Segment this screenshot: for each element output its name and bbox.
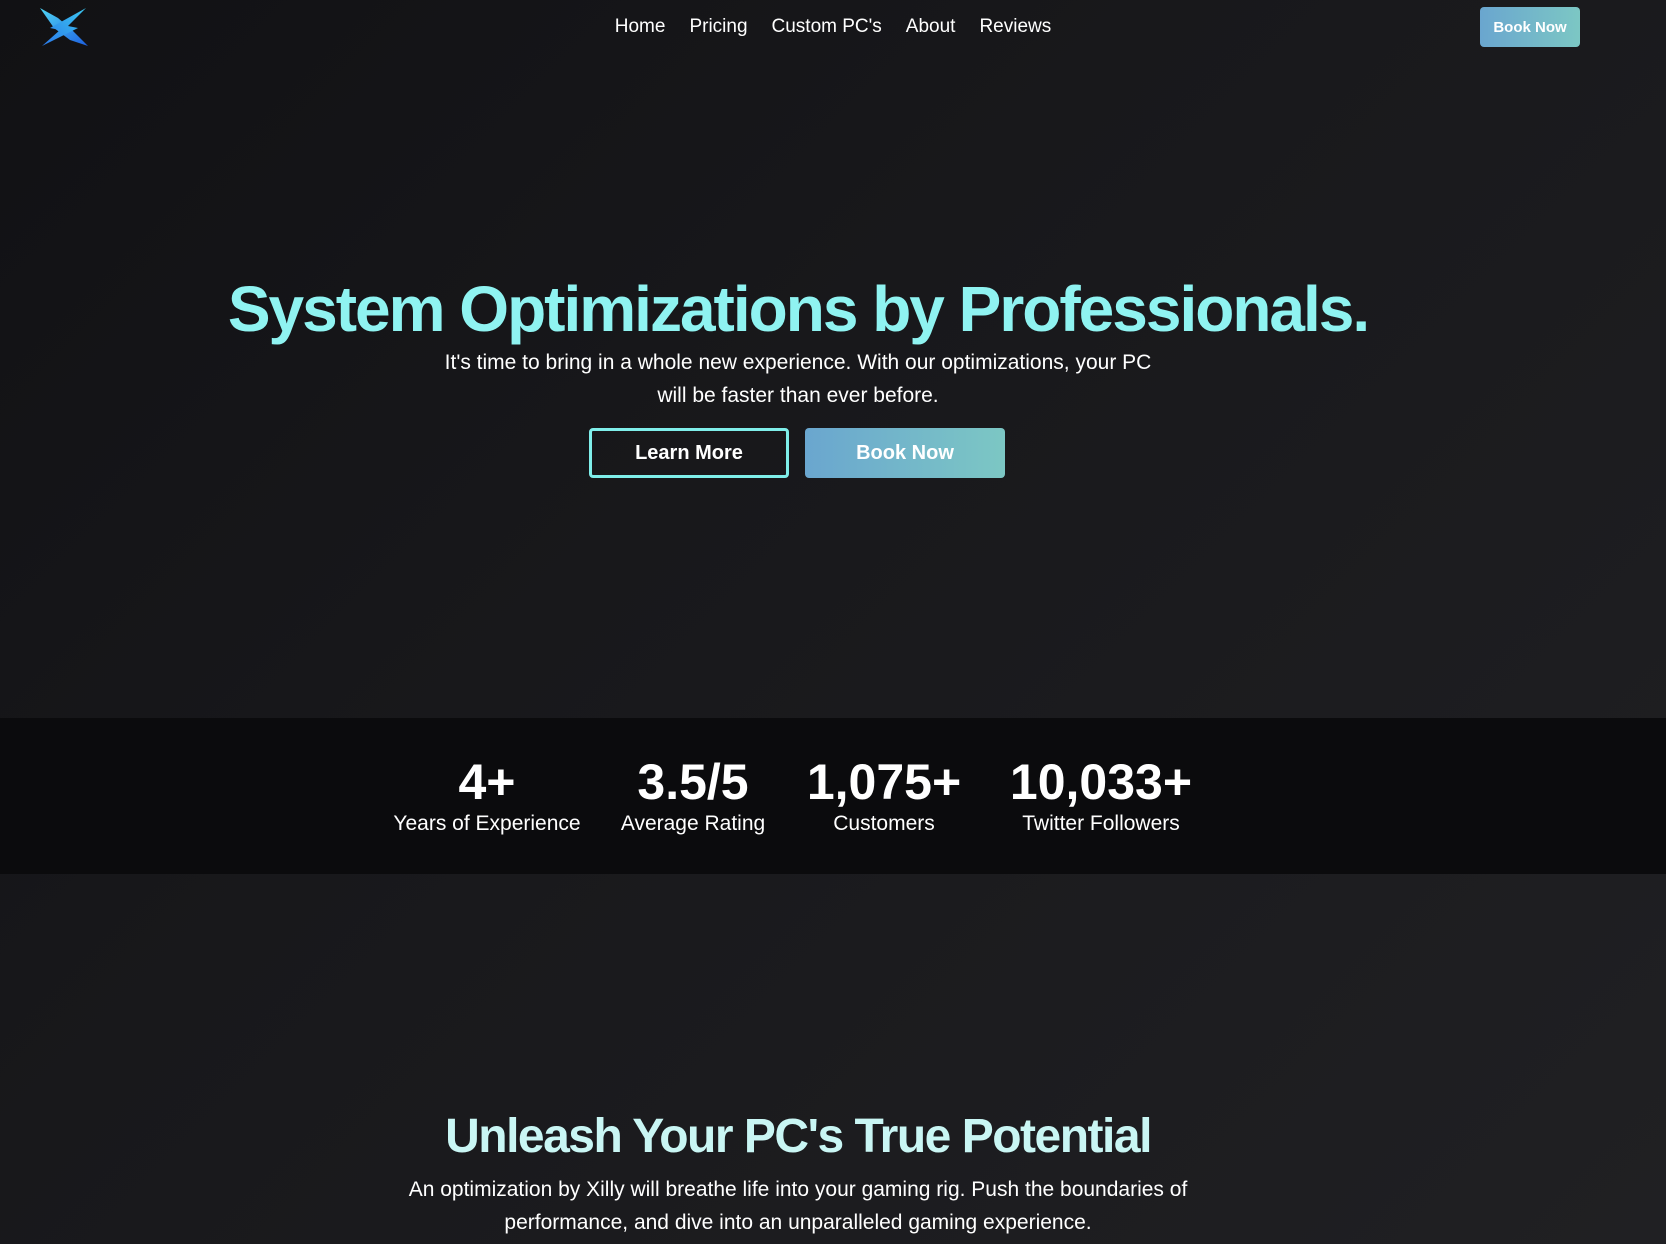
hero-book-now-button[interactable]: Book Now <box>805 428 1005 478</box>
stat-value: 4+ <box>458 754 516 810</box>
stat-label: Average Rating <box>620 812 766 835</box>
nav-link-custom-pcs[interactable]: Custom PC's <box>772 14 882 40</box>
nav-links: Home Pricing Custom PC's About Reviews <box>0 14 1666 40</box>
page: Home Pricing Custom PC's About Reviews B… <box>0 0 1666 1244</box>
stats-band: 4+ Years of Experience 3.5/5 Average Rat… <box>0 718 1666 874</box>
hero-subtitle: It's time to bring in a whole new experi… <box>444 351 1152 407</box>
nav-book-now-button[interactable]: Book Now <box>1480 7 1580 47</box>
top-navigation: Home Pricing Custom PC's About Reviews B… <box>0 0 1666 54</box>
section-subtitle: An optimization by Xilly will breathe li… <box>408 1178 1188 1234</box>
stat-label: Years of Experience <box>393 812 581 835</box>
stat-label: Customers <box>833 812 935 835</box>
stat-label: Twitter Followers <box>1022 812 1180 835</box>
learn-more-button[interactable]: Learn More <box>589 428 789 478</box>
nav-link-pricing[interactable]: Pricing <box>689 14 747 40</box>
section-title: Unleash Your PC's True Potential <box>445 1110 1152 1163</box>
stat-average-rating: 3.5/5 Average Rating <box>612 754 774 838</box>
nav-link-about[interactable]: About <box>906 14 956 40</box>
hero-title: System Optimizations by Professionals. <box>227 273 1370 345</box>
stat-years-experience: 4+ Years of Experience <box>388 754 586 838</box>
stat-value: 1,075+ <box>806 754 962 810</box>
nav-link-home[interactable]: Home <box>615 14 666 40</box>
stat-twitter-followers: 10,033+ Twitter Followers <box>996 754 1206 838</box>
nav-link-reviews[interactable]: Reviews <box>979 14 1051 40</box>
stat-value: 10,033+ <box>1009 754 1193 810</box>
stat-value: 3.5/5 <box>637 754 749 810</box>
stat-customers: 1,075+ Customers <box>800 754 968 838</box>
